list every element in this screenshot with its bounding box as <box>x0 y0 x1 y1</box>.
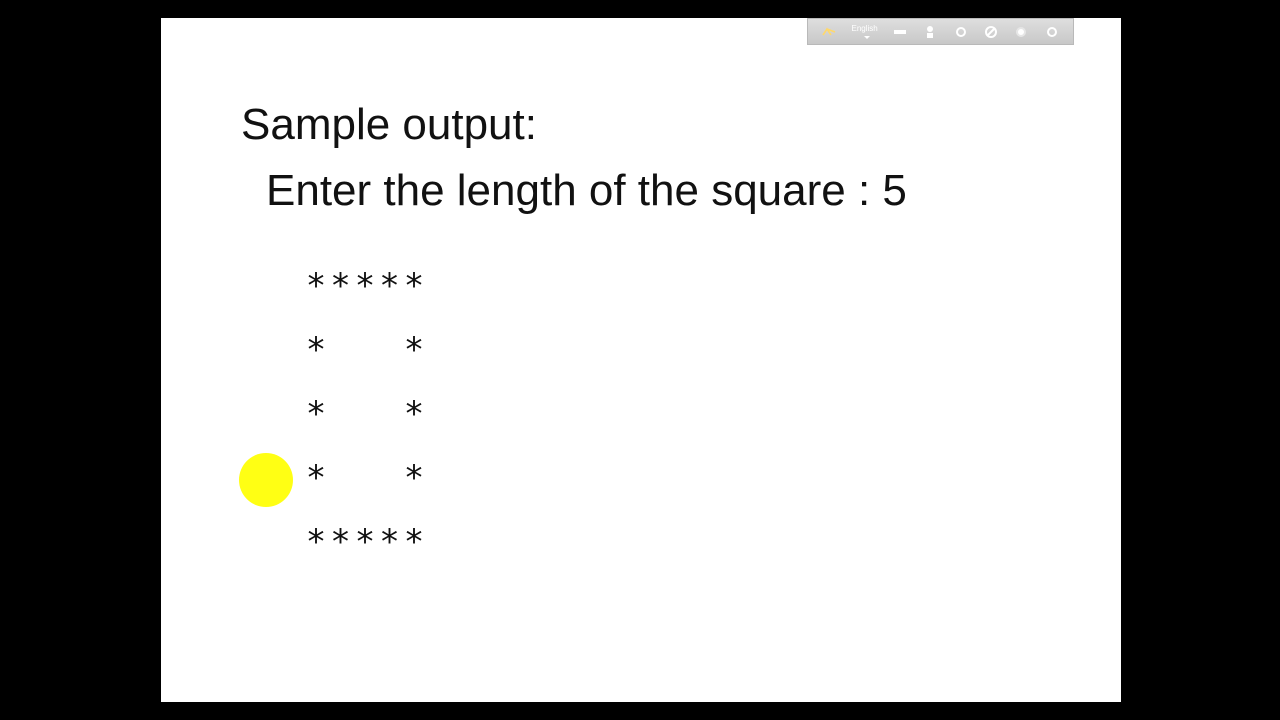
close-circle-icon[interactable] <box>1044 24 1060 40</box>
pen-icon[interactable] <box>983 24 999 40</box>
slide-title: Sample output: <box>241 100 537 149</box>
star-char: * <box>356 522 375 562</box>
language-label[interactable]: English <box>852 24 878 39</box>
square-row-1: * * * * * <box>257 226 427 306</box>
star-char: * <box>331 522 350 562</box>
star-char: * <box>405 522 424 562</box>
person-icon[interactable] <box>922 24 938 40</box>
square-row-2: * * <box>257 290 427 370</box>
chalk-icon[interactable] <box>892 24 908 40</box>
keyboard-icon[interactable] <box>821 24 837 40</box>
square-row-3: * * <box>257 354 427 434</box>
square-row-5: * * * * * <box>257 482 427 562</box>
square-row-4: * * <box>257 418 427 498</box>
settings-circle-icon[interactable] <box>953 24 969 40</box>
help-icon[interactable] <box>1013 24 1029 40</box>
star-char: * <box>380 522 399 562</box>
input-prompt-line: Enter the length of the square : 5 <box>266 166 907 215</box>
language-bar[interactable]: English <box>807 18 1074 45</box>
star-char: * <box>307 522 326 562</box>
slide: English Sample output: Enter the length … <box>161 18 1121 702</box>
